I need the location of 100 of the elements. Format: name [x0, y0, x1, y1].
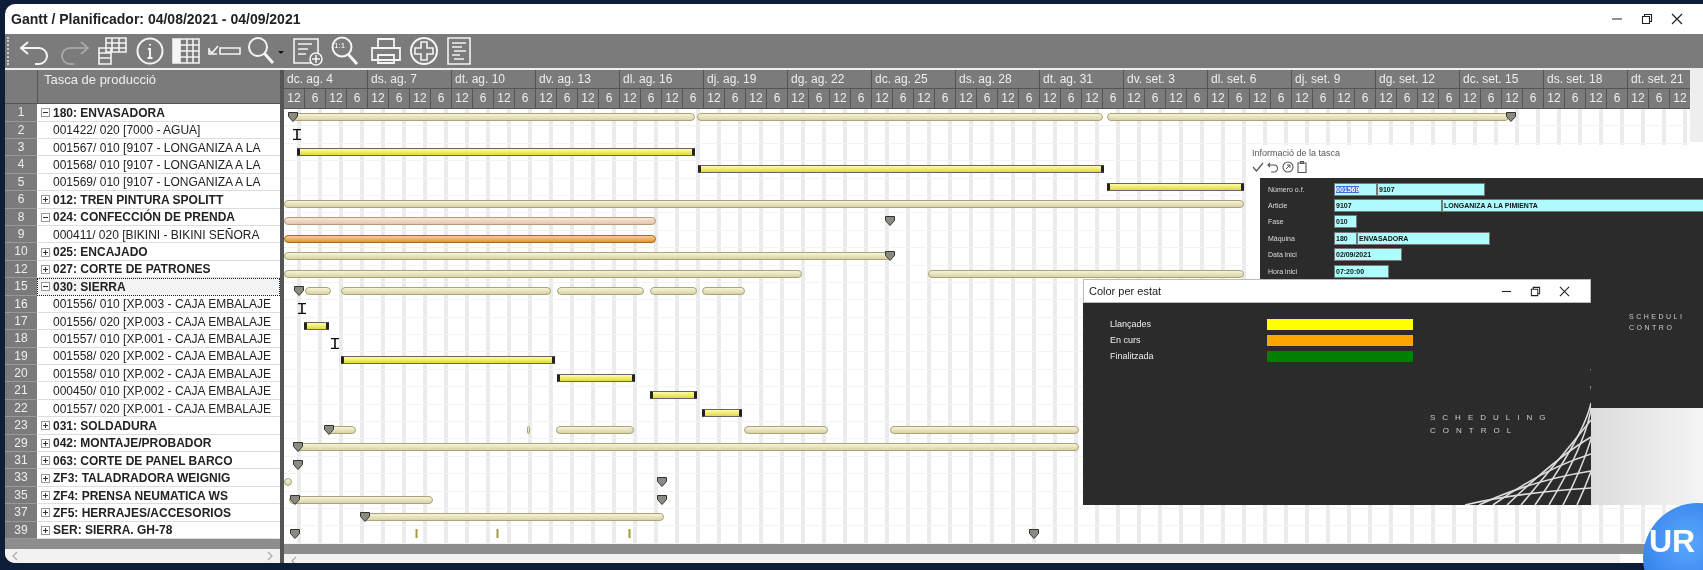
milestone-icon[interactable]	[657, 494, 667, 505]
expand-icon[interactable]	[41, 438, 50, 448]
task-name[interactable]: 025: ENCAJADO	[53, 245, 148, 260]
task-bar[interactable]	[557, 373, 635, 382]
expand-icon[interactable]	[41, 264, 50, 274]
task-name[interactable]: 063: CORTE DE PANEL BARCO	[53, 453, 233, 468]
tree-row[interactable]: 001557/ 010 [XP.001 - CAJA EMBALAJE	[37, 330, 280, 348]
milestone-icon[interactable]	[293, 459, 303, 470]
tree-row[interactable]: 001569/ 010 [9107 - LONGANIZA A LA	[37, 173, 280, 192]
tree-row[interactable]: 031: SOLDADURA	[37, 417, 280, 435]
tree-row[interactable]: 000411/ 020 [BIKINI - BIKINI SEÑORA	[37, 225, 280, 244]
check-icon[interactable]	[1252, 160, 1264, 173]
tree-row[interactable]: ZF4: PRENSA NEUMATICA WS	[37, 486, 280, 505]
restore-icon[interactable]	[1641, 13, 1653, 25]
task-name[interactable]: 001567/ 010 [9107 - LONGANIZA A LA	[41, 140, 261, 155]
task-name[interactable]: 001569/ 010 [9107 - LONGANIZA A LA	[41, 175, 261, 190]
expand-icon[interactable]	[41, 247, 50, 257]
milestone-icon[interactable]	[324, 425, 334, 436]
task-name[interactable]: 000450/ 010 [XP.002 - CAJA EMBALAJE	[41, 384, 271, 399]
milestone-icon[interactable]	[885, 216, 895, 227]
milestone-icon[interactable]	[657, 477, 667, 488]
milestone-icon[interactable]	[360, 512, 370, 522]
tree-row[interactable]: 025: ENCAJADO	[37, 243, 280, 261]
expand-icon[interactable]	[41, 491, 50, 500]
task-name[interactable]: 001568/ 010 [9107 - LONGANIZA A LA	[41, 158, 261, 173]
tree-row[interactable]: 012: TREN PINTURA SPOLITT	[37, 191, 280, 209]
milestone-icon[interactable]	[1506, 112, 1516, 122]
task-bar[interactable]	[304, 321, 329, 330]
task-name[interactable]: 042: MONTAJE/PROBADOR	[53, 436, 212, 451]
milestone-icon[interactable]	[293, 442, 303, 453]
task-name[interactable]: 180: ENVASADORA	[53, 105, 165, 120]
scrollbar[interactable]	[284, 553, 1620, 563]
milestone-icon[interactable]	[885, 251, 895, 262]
tree-row[interactable]: 063: CORTE DE PANEL BARCO	[37, 452, 280, 470]
task-bar[interactable]	[702, 408, 742, 417]
scrollbar[interactable]	[1690, 70, 1703, 142]
expand-icon[interactable]	[41, 525, 50, 535]
tree-row[interactable]: 001567/ 010 [9107 - LONGANIZA A LA	[37, 139, 280, 157]
collapse-icon[interactable]	[41, 212, 50, 222]
restore-icon[interactable]	[1530, 285, 1541, 297]
task-bar[interactable]	[1107, 182, 1244, 191]
task-name[interactable]: 030: SIERRA	[53, 279, 126, 294]
task-bar[interactable]	[650, 391, 697, 400]
milestone-icon[interactable]	[1029, 529, 1039, 540]
marker-icon[interactable]	[293, 129, 301, 141]
marker-icon[interactable]	[298, 303, 306, 315]
tree-row[interactable]: 042: MONTAJE/PROBADOR	[37, 434, 280, 453]
hour-header: 12	[1376, 89, 1397, 108]
task-name[interactable]: 001422/ 020 [7000 - AGUA]	[41, 123, 201, 138]
task-name[interactable]: 001556/ 020 [XP.003 - CAJA EMBALAJE	[41, 314, 271, 329]
expand-icon[interactable]	[41, 508, 50, 518]
undo-icon[interactable]	[1267, 160, 1279, 173]
expand-icon[interactable]	[41, 456, 50, 466]
task-name[interactable]: 001557/ 020 [XP.001 - CAJA EMBALAJE	[41, 401, 271, 416]
color-swatch[interactable]	[1267, 334, 1413, 346]
milestone-icon[interactable]	[290, 529, 300, 540]
tree-row[interactable]: 001568/ 010 [9107 - LONGANIZA A LA	[37, 156, 280, 174]
task-name[interactable]: 031: SOLDADURA	[53, 418, 157, 433]
task-name[interactable]: 000411/ 020 [BIKINI - BIKINI SEÑORA	[41, 227, 260, 242]
tree-row[interactable]: 001557/ 020 [XP.001 - CAJA EMBALAJE	[37, 399, 280, 418]
task-name[interactable]: 012: TREN PINTURA SPOLITT	[53, 192, 224, 207]
task-name[interactable]: ZF4: PRENSA NEUMATICA WS	[53, 488, 228, 503]
task-name[interactable]: 027: CORTE DE PATRONES	[53, 262, 211, 277]
tree-row[interactable]: 001422/ 020 [7000 - AGUA]	[37, 121, 280, 139]
expand-icon[interactable]	[41, 195, 50, 205]
task-bar[interactable]	[341, 356, 555, 365]
collapse-icon[interactable]	[41, 108, 50, 118]
close-icon[interactable]	[1671, 13, 1683, 25]
zoom-fit-button[interactable]: 1:1	[328, 35, 366, 67]
tree-row[interactable]: 000450/ 010 [XP.002 - CAJA EMBALAJE	[37, 382, 280, 400]
tree-row[interactable]: 001556/ 020 [XP.003 - CAJA EMBALAJE	[37, 312, 280, 331]
collapse-icon[interactable]	[41, 282, 50, 292]
close-icon[interactable]	[1559, 285, 1570, 297]
task-name[interactable]: ZF3: TALADRADORA WEIGNIG	[53, 471, 231, 486]
color-swatch[interactable]	[1267, 350, 1413, 362]
milestone-icon[interactable]	[290, 494, 300, 505]
column-header[interactable]: Tasca de producció	[38, 70, 162, 104]
tree-row[interactable]: 001558/ 020 [XP.002 - CAJA EMBALAJE	[37, 347, 280, 366]
tree-row[interactable]: 030: SIERRA	[37, 278, 280, 296]
tree-row[interactable]: ZF3: TALADRADORA WEIGNIG	[37, 469, 280, 487]
expand-icon[interactable]	[41, 421, 50, 431]
clipboard-icon[interactable]	[1297, 160, 1307, 173]
task-name[interactable]: 001557/ 010 [XP.001 - CAJA EMBALAJE	[41, 332, 271, 346]
task-name[interactable]: 001558/ 020 [XP.002 - CAJA EMBALAJE	[41, 349, 271, 364]
tree-row[interactable]: 180: ENVASADORA	[37, 104, 280, 122]
tree-row[interactable]: 001558/ 010 [XP.002 - CAJA EMBALAJE	[37, 365, 280, 383]
hour-header: 12	[1208, 89, 1229, 108]
tree-row[interactable]: 001556/ 010 [XP.003 - CAJA EMBALAJE	[37, 295, 280, 313]
task-name[interactable]: 001556/ 010 [XP.003 - CAJA EMBALAJE	[41, 297, 271, 312]
tree-row[interactable]: ZF5: HERRAJES/ACCESORIOS	[37, 504, 280, 522]
color-swatch[interactable]	[1267, 318, 1413, 330]
expand-icon[interactable]	[41, 473, 50, 483]
summary-bar[interactable]	[289, 495, 433, 504]
marker-icon[interactable]	[331, 338, 339, 350]
tree-row[interactable]: 024: CONFECCIÓN DE PRENDA	[37, 208, 280, 226]
task-name[interactable]: ZF5: HERRAJES/ACCESORIOS	[53, 505, 232, 520]
task-name[interactable]: 024: CONFECCIÓN DE PRENDA	[53, 210, 236, 225]
milestone-icon[interactable]	[288, 112, 298, 122]
task-name[interactable]: 001558/ 010 [XP.002 - CAJA EMBALAJE	[41, 366, 271, 381]
task-name[interactable]: SER: SIERRA. GH-78	[53, 523, 173, 538]
